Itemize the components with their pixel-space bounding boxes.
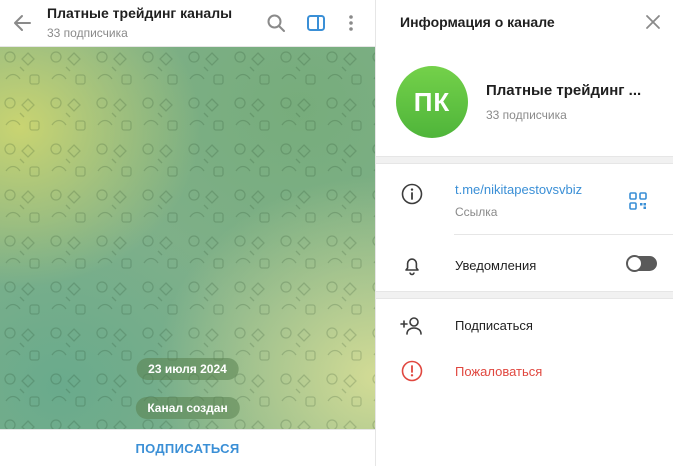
more-options-button[interactable] [338,10,364,36]
chat-header: Платные трейдинг каналы 33 подписчика [0,0,375,47]
channel-name: Платные трейдинг ... [486,82,642,99]
row-divider [454,234,673,235]
search-button[interactable] [263,10,289,36]
info-icon [401,183,423,205]
date-separator: 23 июля 2024 [136,358,239,380]
subscribe-button[interactable]: ПОДПИСАТЬСЯ [135,441,239,456]
info-icon-wrap [400,182,424,206]
chat-subscriber-count: 33 подписчика [47,26,128,40]
arrow-left-icon [14,15,31,31]
add-user-icon [400,317,422,335]
notifications-toggle[interactable] [626,255,657,272]
alert-icon [401,360,423,382]
qr-code-icon [629,192,647,210]
section-divider [376,156,673,164]
add-user-icon-wrap [400,314,424,338]
report-action[interactable]: Пожаловаться [455,364,542,379]
bell-icon [405,258,419,276]
close-panel-button[interactable] [643,12,663,32]
channel-link[interactable]: t.me/nikitapestovsvbiz [455,182,582,197]
channel-link-label: Ссылка [455,205,498,219]
panel-title: Информация о канале [400,14,555,30]
service-message: Канал создан [135,397,240,419]
toggle-knob [626,255,643,272]
back-button[interactable] [10,10,36,36]
channel-avatar[interactable]: ПК [396,66,468,138]
qr-code-button[interactable] [628,191,648,211]
chat-area: Платные трейдинг каналы 33 подписчика 23… [0,0,375,466]
bell-icon-wrap [400,253,424,277]
side-panel-toggle-button[interactable] [303,10,329,36]
channel-info-panel: Информация о канале ПК Платные трейдинг … [375,0,673,466]
notifications-label: Уведомления [455,258,537,273]
subscribe-action[interactable]: Подписаться [455,318,533,333]
section-divider [376,291,673,299]
more-vertical-icon [349,15,353,31]
chat-title[interactable]: Платные трейдинг каналы [47,5,232,21]
channel-subscriber-count: 33 подписчика [486,108,567,122]
chat-wallpaper: 23 июля 2024 Канал создан [0,47,375,429]
search-icon [267,14,285,32]
close-icon [646,15,660,29]
side-panel-icon [307,15,325,31]
alert-icon-wrap [400,359,424,383]
subscribe-bar[interactable]: ПОДПИСАТЬСЯ [0,429,375,466]
